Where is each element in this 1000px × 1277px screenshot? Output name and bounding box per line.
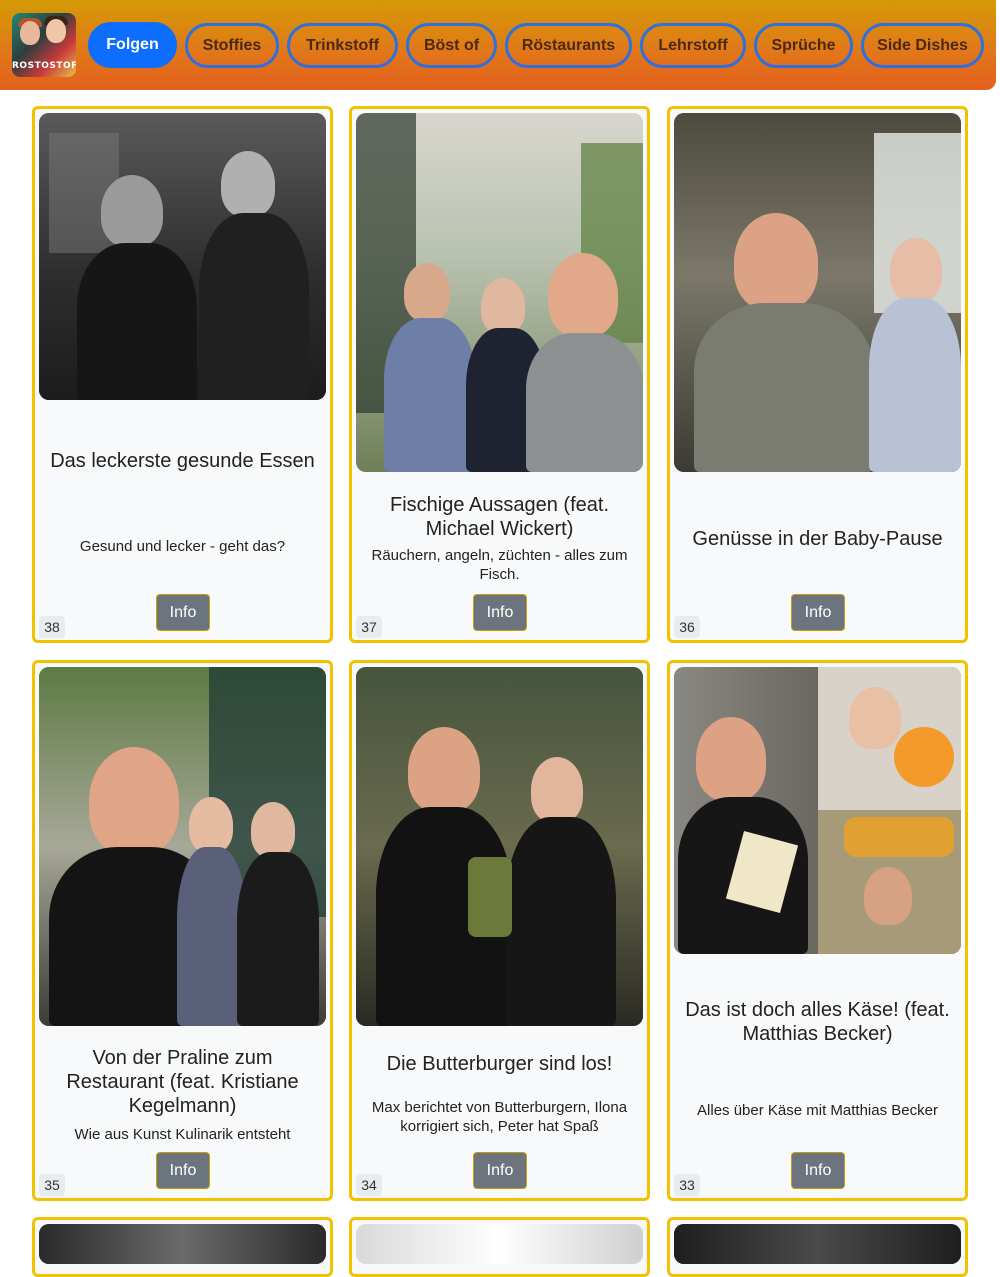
episode-number-badge: 35 xyxy=(39,1174,65,1196)
episode-description: Räuchern, angeln, züchten - alles zum Fi… xyxy=(371,547,628,583)
nav-tab-boest-of[interactable]: Böst of xyxy=(406,23,497,68)
episode-title: Genüsse in der Baby-Pause xyxy=(692,528,943,550)
episode-card: Genüsse in der Baby-Pause Info 36 xyxy=(667,106,968,643)
episode-number-badge: 38 xyxy=(39,616,65,638)
logo-text: ROSTOSTOFF xyxy=(12,61,76,71)
episode-number-badge: 37 xyxy=(356,616,382,638)
episode-title: Von der Praline zum Restaurant (feat. Kr… xyxy=(66,1047,299,1117)
episode-description: Wie aus Kunst Kulinarik entsteht xyxy=(74,1126,291,1143)
nav-tab-trinkstoff[interactable]: Trinkstoff xyxy=(287,23,398,68)
episode-title: Fischige Aussagen (feat. Michael Wickert… xyxy=(389,494,609,540)
info-button[interactable]: Info xyxy=(156,594,210,631)
episode-photo[interactable] xyxy=(674,667,961,954)
episode-description: Gesund und lecker - geht das? xyxy=(79,538,286,555)
info-button[interactable]: Info xyxy=(473,1152,527,1189)
episode-card: Fischige Aussagen (feat. Michael Wickert… xyxy=(349,106,650,643)
nav-tab-lehrstoff[interactable]: Lehrstoff xyxy=(640,23,746,68)
episode-card: Von der Praline zum Restaurant (feat. Kr… xyxy=(32,660,333,1201)
info-button[interactable]: Info xyxy=(156,1152,210,1189)
info-button[interactable]: Info xyxy=(473,594,527,631)
episode-card xyxy=(349,1217,650,1277)
episode-photo[interactable] xyxy=(39,667,326,1026)
episode-number-badge: 34 xyxy=(356,1174,382,1196)
episode-photo[interactable] xyxy=(39,113,326,400)
info-button[interactable]: Info xyxy=(791,1152,845,1189)
episode-card: Das ist doch alles Käse! (feat. Matthias… xyxy=(667,660,968,1201)
episode-number-badge: 33 xyxy=(674,1174,700,1196)
episode-photo[interactable] xyxy=(674,1224,961,1264)
episode-description: Alles über Käse mit Matthias Becker xyxy=(697,1102,938,1119)
episode-card xyxy=(667,1217,968,1277)
nav-tab-side-dishes[interactable]: Side Dishes xyxy=(861,23,984,68)
episode-card: Die Butterburger sind los! Max berichtet… xyxy=(349,660,650,1201)
episode-photo[interactable] xyxy=(39,1224,326,1264)
top-navbar: ROSTOSTOFF Folgen Stoffies Trinkstoff Bö… xyxy=(0,0,996,90)
episode-photo[interactable] xyxy=(356,667,643,1026)
nav-tab-stoffies[interactable]: Stoffies xyxy=(185,23,279,68)
info-button[interactable]: Info xyxy=(791,594,845,631)
episode-title: Das ist doch alles Käse! (feat. Matthias… xyxy=(685,999,950,1045)
episode-card: Das leckerste gesunde Essen Gesund und l… xyxy=(32,106,333,643)
nav-tab-folgen[interactable]: Folgen xyxy=(88,22,177,68)
nav-tab-roestaurants[interactable]: Röstaurants xyxy=(505,23,632,68)
episode-number-badge: 36 xyxy=(674,616,700,638)
podcast-logo[interactable]: ROSTOSTOFF xyxy=(12,13,76,77)
episode-photo[interactable] xyxy=(356,113,643,472)
episode-card xyxy=(32,1217,333,1277)
episode-photo[interactable] xyxy=(356,1224,643,1264)
episode-photo[interactable] xyxy=(674,113,961,472)
episode-title: Die Butterburger sind los! xyxy=(386,1053,613,1075)
episode-title: Das leckerste gesunde Essen xyxy=(50,450,315,472)
nav-tab-sprueche[interactable]: Sprüche xyxy=(754,23,853,68)
episode-description: Max berichtet von Butterburgern, Ilona k… xyxy=(371,1099,628,1135)
